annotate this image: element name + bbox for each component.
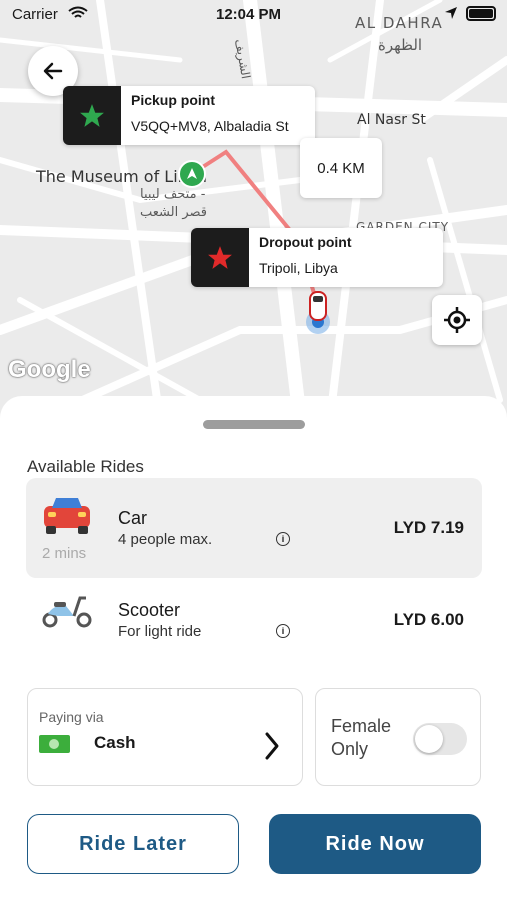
status-time: 12:04 PM bbox=[216, 6, 282, 23]
pickup-title: Pickup point bbox=[131, 92, 215, 108]
scooter-icon bbox=[40, 592, 94, 640]
dropoff-address: Tripoli, Libya bbox=[259, 260, 338, 276]
ride-later-button[interactable]: Ride Later bbox=[27, 814, 239, 874]
available-rides-title: Available Rides bbox=[27, 457, 144, 476]
ride-now-label: Ride Now bbox=[325, 832, 425, 855]
scooter-subtitle: For light ride bbox=[118, 623, 202, 640]
ride-now-button[interactable]: Ride Now bbox=[269, 814, 481, 874]
payment-method-selector[interactable]: Paying via Cash bbox=[27, 688, 303, 786]
arrow-left-icon bbox=[43, 62, 63, 80]
carrier-label: Carrier bbox=[12, 6, 58, 23]
car-price: LYD 7.19 bbox=[393, 518, 464, 537]
scooter-price: LYD 6.00 bbox=[393, 610, 464, 629]
red-star-icon bbox=[191, 228, 249, 287]
green-star-icon bbox=[63, 86, 121, 145]
ride-sheet: Available Rides 2 mins Car 4 people max.… bbox=[0, 396, 507, 900]
car-marker-icon bbox=[304, 286, 332, 336]
car-name: Car bbox=[118, 508, 148, 528]
ride-option-scooter[interactable]: Scooter For light ride i LYD 6.00 bbox=[26, 570, 482, 670]
pickup-marker-icon[interactable] bbox=[178, 160, 206, 188]
car-subtitle: 4 people max. bbox=[118, 531, 213, 548]
car-eta: 2 mins bbox=[42, 545, 87, 562]
wifi-icon bbox=[68, 6, 88, 24]
crosshair-icon bbox=[444, 307, 470, 333]
pickup-address: V5QQ+MV8, Albaladia St bbox=[131, 118, 289, 134]
google-logo: Google bbox=[8, 356, 91, 383]
female-only-option: Female Only bbox=[315, 688, 481, 786]
map-label-al-nasr-st: Al Nasr St bbox=[357, 112, 426, 128]
chevron-right-icon bbox=[264, 731, 280, 766]
female-only-label: Female Only bbox=[331, 716, 392, 759]
paying-via-label: Paying via bbox=[39, 709, 104, 725]
battery-icon bbox=[466, 6, 496, 21]
distance-value: 0.4 KM bbox=[317, 159, 365, 177]
female-only-toggle[interactable] bbox=[413, 723, 467, 755]
car-icon bbox=[40, 492, 94, 540]
dropoff-callout[interactable]: Dropout point Tripoli, Libya bbox=[191, 228, 443, 287]
cash-icon bbox=[39, 735, 70, 753]
ride-option-car[interactable]: 2 mins Car 4 people max. i LYD 7.19 bbox=[26, 478, 482, 578]
payment-method-value: Cash bbox=[94, 733, 136, 752]
car-info-icon[interactable]: i bbox=[276, 532, 290, 546]
location-arrow-icon bbox=[444, 6, 458, 24]
distance-badge: 0.4 KM bbox=[300, 138, 382, 198]
sheet-drag-handle[interactable] bbox=[203, 420, 305, 429]
map-label-museum-arabic-2: قصر الشعب bbox=[140, 205, 207, 220]
map-label-al-dahra-arabic: الظهرة bbox=[378, 36, 423, 54]
dropoff-title: Dropout point bbox=[259, 234, 352, 250]
recenter-button[interactable] bbox=[432, 295, 482, 345]
map-view[interactable]: AL DAHRA الظهرة Al Nasr St The Museum of… bbox=[0, 0, 507, 420]
ride-later-label: Ride Later bbox=[79, 832, 187, 855]
scooter-info-icon[interactable]: i bbox=[276, 624, 290, 638]
pickup-callout[interactable]: Pickup point V5QQ+MV8, Albaladia St bbox=[63, 86, 315, 145]
scooter-name: Scooter bbox=[118, 600, 181, 620]
status-bar: Carrier 12:04 PM bbox=[0, 0, 507, 30]
